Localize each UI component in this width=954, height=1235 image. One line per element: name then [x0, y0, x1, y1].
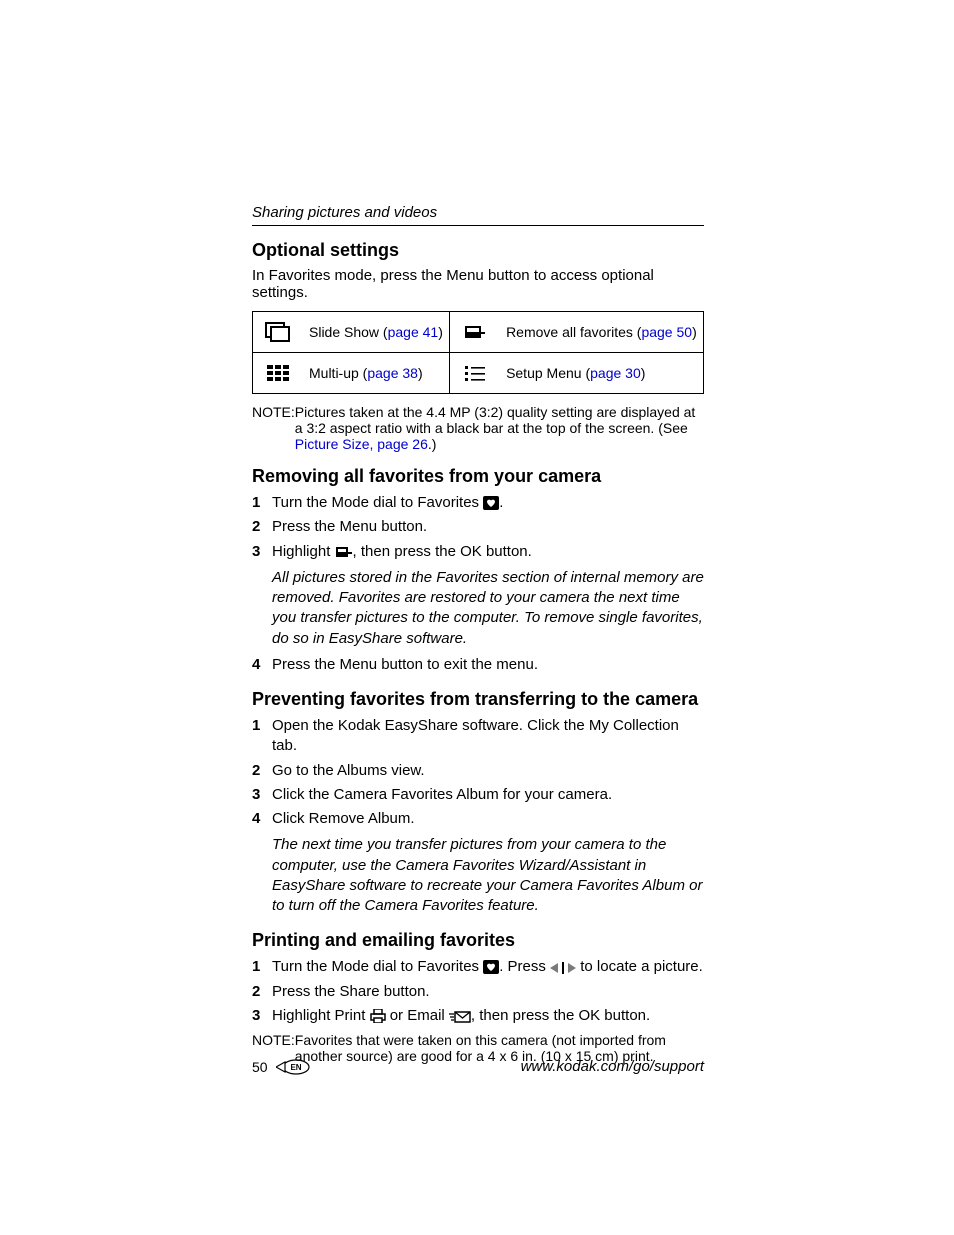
svg-text:EN: EN: [290, 1063, 301, 1072]
list-item: Click Remove Album. The next time you tr…: [252, 809, 704, 916]
step-result: The next time you transfer pictures from…: [272, 835, 704, 916]
list-item: Press the Share button.: [252, 982, 704, 1002]
list-item: Turn the Mode dial to Favorites .: [252, 493, 704, 513]
heading-printing-emailing: Printing and emailing favorites: [252, 930, 704, 951]
page-link[interactable]: page 38: [367, 365, 418, 381]
remove-favorites-cell: Remove all favorites (page 50): [500, 312, 703, 353]
page-link[interactable]: page 30: [590, 365, 641, 381]
manual-page: Sharing pictures and videos Optional set…: [0, 0, 954, 1235]
step-text: Highlight: [272, 543, 335, 560]
list-item: Press the Menu button to exit the menu.: [252, 655, 704, 675]
list-item: Press the Menu button.: [252, 517, 704, 537]
note-label: NOTE:: [252, 404, 295, 452]
list-item: Highlight Print or Email , then press th…: [252, 1006, 704, 1026]
preventing-steps: Open the Kodak EasyShare software. Click…: [252, 716, 704, 916]
note-text-b: .): [428, 436, 437, 452]
cell-text: Multi-up (: [309, 365, 367, 381]
favorites-heart-icon: [483, 496, 499, 510]
printing-steps: Turn the Mode dial to Favorites . Press …: [252, 957, 704, 1026]
list-item: Turn the Mode dial to Favorites . Press …: [252, 957, 704, 977]
step-text: Turn the Mode dial to Favorites: [272, 958, 483, 975]
favorites-heart-icon: [483, 960, 499, 974]
cell-text: Slide Show (: [309, 324, 388, 340]
setup-menu-cell: Setup Menu (page 30): [500, 353, 703, 394]
slideshow-icon-cell: [253, 312, 304, 353]
heading-optional-settings: Optional settings: [252, 240, 704, 261]
multiup-cell: Multi-up (page 38): [303, 353, 450, 394]
running-head: Sharing pictures and videos: [252, 204, 704, 221]
remove-favorites-icon-cell: [450, 312, 501, 353]
table-row: Multi-up (page 38) Setup Menu (page 30): [253, 353, 704, 394]
slideshow-cell: Slide Show (page 41): [303, 312, 450, 353]
heading-preventing-transfer: Preventing favorites from transferring t…: [252, 689, 704, 710]
setup-menu-icon-cell: [450, 353, 501, 394]
header-rule: [252, 225, 704, 226]
page-number: 50: [252, 1059, 268, 1075]
slideshow-icon: [265, 322, 291, 342]
cell-text: Remove all favorites (: [506, 324, 641, 340]
multiup-icon-cell: [253, 353, 304, 394]
page-link[interactable]: Picture Size, page 26: [295, 436, 428, 452]
optional-note: NOTE: Pictures taken at the 4.4 MP (3:2)…: [252, 404, 704, 452]
step-text: Highlight Print: [272, 1007, 370, 1024]
step-text-tail: , then press the OK button.: [353, 543, 532, 560]
remove-favorites-icon: [463, 322, 487, 342]
table-row: Slide Show (page 41) Remove all favorite…: [253, 312, 704, 353]
list-item: Highlight , then press the OK button. Al…: [252, 542, 704, 649]
heading-removing-favorites: Removing all favorites from your camera: [252, 466, 704, 487]
cell-text: Setup Menu (: [506, 365, 590, 381]
step-text-mid: . Press: [499, 958, 550, 975]
page-link[interactable]: page 50: [641, 324, 692, 340]
step-text-mid: or Email: [390, 1007, 449, 1024]
left-right-arrows-icon: [550, 962, 576, 974]
step-text-tail: .: [499, 494, 503, 511]
support-url[interactable]: www.kodak.com/go/support: [310, 1058, 704, 1075]
step-text: Click Remove Album.: [272, 810, 415, 827]
step-text-tail: , then press the OK button.: [471, 1007, 650, 1024]
cell-text-tail: ): [438, 324, 443, 340]
list-item: Go to the Albums view.: [252, 761, 704, 781]
email-icon: [449, 1011, 471, 1023]
print-icon: [370, 1009, 386, 1023]
step-text-tail: to locate a picture.: [576, 958, 703, 975]
page-link[interactable]: page 41: [388, 324, 439, 340]
cell-text-tail: ): [692, 324, 697, 340]
cell-text-tail: ): [418, 365, 423, 381]
note-text: Pictures taken at the 4.4 MP (3:2) quali…: [295, 404, 704, 452]
remove-favorites-icon: [335, 545, 353, 559]
optional-settings-table: Slide Show (page 41) Remove all favorite…: [252, 311, 704, 394]
setup-menu-icon: [465, 365, 485, 381]
optional-lead: In Favorites mode, press the Menu button…: [252, 267, 704, 301]
list-item: Open the Kodak EasyShare software. Click…: [252, 716, 704, 757]
step-text: Turn the Mode dial to Favorites: [272, 494, 483, 511]
language-badge-icon: EN: [276, 1059, 310, 1075]
page-footer: 50 EN www.kodak.com/go/support: [252, 1058, 704, 1075]
note-text-a: Pictures taken at the 4.4 MP (3:2) quali…: [295, 404, 696, 436]
step-result: All pictures stored in the Favorites sec…: [272, 568, 704, 649]
list-item: Click the Camera Favorites Album for you…: [252, 785, 704, 805]
removing-steps: Turn the Mode dial to Favorites . Press …: [252, 493, 704, 675]
multiup-icon: [267, 365, 289, 381]
cell-text-tail: ): [641, 365, 646, 381]
